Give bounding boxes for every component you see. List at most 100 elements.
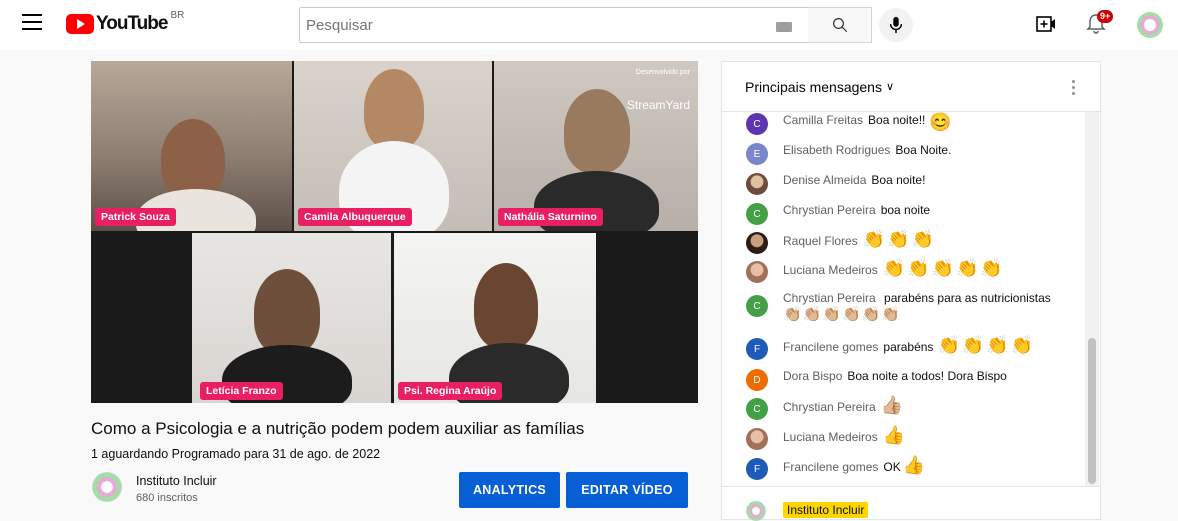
account-avatar[interactable] [1137,12,1163,38]
message-text: boa noite [880,203,931,217]
chat-message: F Francilene gomes parabéns 👏👏👏👏 [746,336,1076,360]
message-text: Boa noite!! [868,113,926,127]
message-emoji: 👏👏👏👏 [937,335,1036,355]
chat-mode-label[interactable]: Principais mensagens [745,79,882,95]
message-body: Chrystian Pereira parabéns para as nutri… [783,291,1063,323]
microphone-icon [889,16,903,34]
avatar [746,428,768,450]
participant-image [254,269,320,355]
message-text: Boa noite a todos! Dora Bispo [847,369,1007,383]
scrollbar-thumb[interactable] [1088,338,1096,484]
chat-message: C Camilla Freitas Boa noite!! 😊 [746,113,1076,135]
participant-tile: Camila Albuquerque [294,61,492,231]
message-author[interactable]: Camilla Freitas [783,113,863,127]
chevron-down-icon[interactable]: ∨ [886,80,894,93]
owner-avatar [746,501,766,521]
chat-message: F Francilene gomes OK 👍 [746,456,1076,480]
message-author[interactable]: Luciana Medeiros [783,263,878,277]
chat-header[interactable]: Principais mensagens ∨ [722,62,1100,112]
avatar: C [746,295,768,317]
edit-video-button[interactable]: EDITAR VÍDEO [566,472,688,508]
message-emoji: 👏👏👏 [862,229,936,249]
live-chat-panel: Principais mensagens ∨ C Camilla Freitas… [721,61,1101,521]
chat-message: Luciana Medeiros 👍 [746,426,1076,450]
chat-message: C Chrystian Pereira 👍🏼 [746,396,1076,420]
message-author[interactable]: Denise Almeida [783,173,866,187]
participant-tile: Letícia Franzo [192,233,391,403]
video-player[interactable]: Patrick Souza Camila Albuquerque Desenvo… [91,61,698,403]
chat-message: Luciana Medeiros 👏👏👏👏👏 [746,259,1076,283]
more-options-icon[interactable] [1072,80,1076,98]
message-author[interactable]: Luciana Medeiros [783,430,878,444]
participant-name-tag: Camila Albuquerque [298,208,412,226]
notification-badge: 9+ [1097,10,1114,23]
avatar: C [746,398,768,420]
participant-image [564,89,630,173]
chat-scrollbar[interactable] [1085,112,1099,486]
create-video-icon [1036,16,1055,32]
message-author[interactable]: Elisabeth Rodrigues [783,143,890,157]
analytics-button[interactable]: ANALYTICS [459,472,560,508]
search-box [299,7,809,43]
chat-message: Raquel Flores 👏👏👏 [746,230,1076,254]
message-text: OK [883,460,901,474]
message-author[interactable]: Chrystian Pereira [783,203,876,217]
channel-avatar[interactable] [92,472,122,502]
avatar: C [746,113,768,135]
keyboard-icon[interactable] [776,22,792,32]
message-emoji: 😊 [929,112,954,132]
chat-message: C Chrystian Pereira boa noite [746,203,1076,225]
message-author[interactable]: Francilene gomes [783,340,878,354]
message-text: parabéns para as nutricionistas [884,291,1051,305]
chat-message: D Dora Bispo Boa noite a todos! Dora Bis… [746,369,1076,391]
video-schedule-info: 1 aguardando Programado para 31 de ago. … [91,447,381,461]
voice-search-button[interactable] [879,8,913,42]
message-text: Boa noite! [871,173,926,187]
avatar: C [746,203,768,225]
youtube-logo[interactable]: YouTube BR [66,10,184,36]
message-text: parabéns [883,340,934,354]
message-author[interactable]: Dora Bispo [783,369,842,383]
participant-tile: Psi. Regina Araújo [394,233,596,403]
message-text: Boa Noite. [895,143,952,157]
menu-icon[interactable] [22,14,42,30]
message-emoji: 👍🏼 [880,395,906,415]
message-emoji: 👏👏👏👏👏 [882,258,1005,278]
avatar: D [746,369,768,391]
participant-image [161,119,225,199]
participant-image [364,69,424,149]
participant-name-tag: Patrick Souza [95,208,176,226]
message-emoji: 👍 [902,455,928,475]
participant-name-tag: Letícia Franzo [200,382,283,400]
chat-input-area[interactable]: Instituto Incluir [722,486,1100,521]
message-author[interactable]: Chrystian Pereira [783,291,876,305]
subscriber-count: 680 inscritos [136,492,198,504]
participant-tile: Desenvolvido por StreamYard Nathália Sat… [494,61,698,231]
message-author[interactable]: Raquel Flores [783,234,858,248]
avatar: E [746,143,768,165]
chat-message: C Chrystian Pereira parabéns para as nut… [746,291,1076,323]
avatar [746,173,768,195]
message-author[interactable]: Francilene gomes [783,460,878,474]
participant-name-tag: Nathália Saturnino [498,208,603,226]
youtube-play-icon [66,14,94,34]
participant-name-tag: Psi. Regina Araújo [398,382,503,400]
participant-image [474,263,538,349]
message-emoji: 👏🏼👏🏼👏🏼👏🏼👏🏼👏🏼 [783,306,902,323]
participant-tile: Patrick Souza [91,61,292,231]
chat-message: Denise Almeida Boa noite! [746,173,1076,195]
video-title: Como a Psicologia e a nutrição podem pod… [91,419,585,438]
avatar [746,232,768,254]
streamyard-brand: Desenvolvido por StreamYard [626,69,690,112]
avatar: F [746,458,768,480]
message-author[interactable]: Chrystian Pereira [783,400,876,414]
avatar [746,261,768,283]
logo-text: YouTube [96,13,168,34]
avatar: F [746,338,768,360]
create-button[interactable] [1036,15,1056,38]
search-icon [832,18,847,33]
search-input[interactable] [300,8,760,42]
chat-message: E Elisabeth Rodrigues Boa Noite. [746,143,1076,165]
channel-name[interactable]: Instituto Incluir [136,474,217,488]
search-button[interactable] [808,7,872,43]
